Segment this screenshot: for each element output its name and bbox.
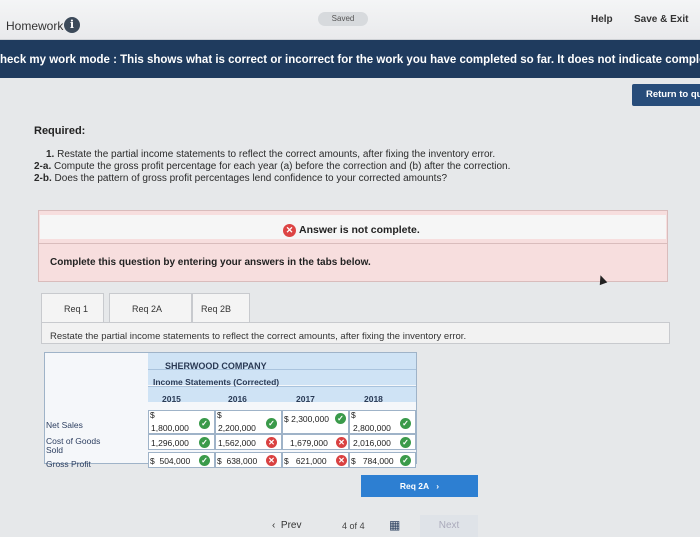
required-list: 1. Restate the partial income statements…	[34, 149, 510, 185]
year-header: 2016	[228, 394, 247, 404]
check-icon: ✓	[199, 455, 210, 466]
row-label-gross-profit: Gross Profit	[46, 459, 91, 469]
row-label-cogs: Cost of Goods Sold	[46, 436, 101, 455]
x-icon: ✕	[336, 455, 347, 466]
grid-icon[interactable]: ▦	[389, 518, 403, 532]
chevron-left-icon: ‹	[272, 520, 276, 531]
cell-value: $ 504,000	[150, 456, 191, 466]
error-x-icon: ✕	[283, 224, 296, 237]
save-exit-button[interactable]: Save & Exit	[634, 14, 688, 25]
cell-value: 1,679,000	[290, 438, 328, 448]
check-icon: ✓	[266, 418, 277, 429]
x-icon: ✕	[266, 437, 277, 448]
required-heading: Required:	[34, 125, 86, 137]
x-icon: ✕	[266, 455, 277, 466]
check-icon: ✓	[400, 418, 411, 429]
saved-status-badge: Saved	[318, 12, 368, 26]
cell-value: 1,296,000	[151, 438, 189, 448]
tab-req-2b[interactable]: Req 2B	[192, 293, 250, 323]
cell-value: 2,800,000	[353, 423, 391, 433]
info-icon[interactable]: i	[64, 17, 80, 33]
row-label-net-sales: Net Sales	[46, 420, 83, 430]
cell-value: 2,200,000	[218, 423, 256, 433]
prev-button[interactable]: ‹ Prev	[272, 520, 301, 531]
year-header: 2018	[364, 394, 383, 404]
check-work-mode-banner: heck my work mode : This shows what is c…	[0, 40, 700, 78]
check-icon: ✓	[400, 437, 411, 448]
company-name: SHERWOOD COMPANY	[165, 361, 267, 371]
help-button[interactable]: Help	[591, 14, 613, 25]
cell-value: $ 621,000	[284, 456, 327, 466]
cell-value: $ 638,000	[217, 456, 258, 466]
homework-title: Homework	[6, 19, 64, 33]
return-to-question-button[interactable]: Return to qu	[632, 84, 700, 106]
check-icon: ✓	[335, 413, 346, 424]
year-header: 2017	[296, 394, 315, 404]
cell-value: 1,800,000	[151, 423, 189, 433]
required-item: 2-a. Compute the gross profit percentage…	[34, 161, 511, 172]
check-icon: ✓	[199, 437, 210, 448]
cell-value: 1,562,000	[218, 438, 256, 448]
cell-value: $ 784,000	[351, 456, 394, 466]
next-tab-button[interactable]: Req 2A ›	[361, 475, 478, 497]
tab-req-2a[interactable]: Req 2A	[109, 293, 192, 323]
required-item: 1. Restate the partial income statements…	[46, 149, 496, 160]
x-icon: ✕	[336, 437, 347, 448]
year-header: 2015	[162, 394, 181, 404]
next-button[interactable]: Next	[420, 515, 478, 537]
instruction-text: Complete this question by entering your …	[50, 257, 371, 268]
tab-req-1[interactable]: Req 1	[41, 293, 104, 323]
cell-value: 2,016,000	[353, 438, 391, 448]
answer-status-text: Answer is not complete.	[299, 224, 420, 236]
cell-value: $ 2,300,000	[284, 414, 329, 424]
page-indicator: 4 of 4	[342, 521, 365, 531]
check-icon: ✓	[400, 455, 411, 466]
check-icon: ✓	[199, 418, 210, 429]
required-item: 2-b. Does the pattern of gross profit pe…	[34, 173, 448, 184]
tab-instruction: Restate the partial income statements to…	[50, 331, 467, 342]
statement-title: Income Statements (Corrected)	[153, 377, 280, 387]
